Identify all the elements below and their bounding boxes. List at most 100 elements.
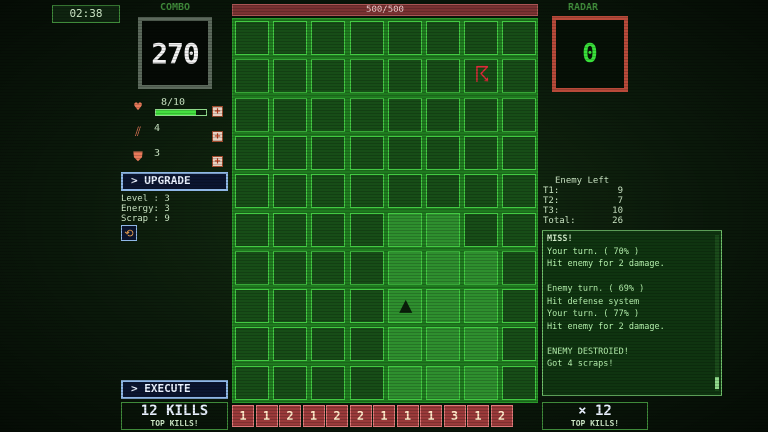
board-cell[interactable] bbox=[387, 59, 422, 94]
board-cell[interactable] bbox=[426, 59, 460, 94]
log-scrollbar[interactable] bbox=[715, 235, 719, 391]
player-ship-icon[interactable]: ▲ bbox=[392, 291, 420, 321]
board-cell[interactable] bbox=[273, 174, 308, 209]
board-cell[interactable] bbox=[273, 365, 308, 400]
board-cell[interactable] bbox=[311, 21, 346, 55]
board-cell[interactable] bbox=[311, 59, 346, 94]
board-cell[interactable] bbox=[273, 59, 308, 94]
board-cell[interactable] bbox=[426, 21, 460, 55]
board-cell[interactable] bbox=[349, 59, 384, 94]
board-cell[interactable] bbox=[311, 327, 346, 362]
board-cell[interactable] bbox=[349, 289, 384, 324]
board-cell[interactable] bbox=[502, 250, 537, 285]
board-cell[interactable] bbox=[349, 212, 384, 247]
board-cell[interactable] bbox=[349, 135, 384, 170]
board-cell[interactable] bbox=[311, 174, 346, 209]
board-cell[interactable] bbox=[426, 365, 460, 400]
board-cell[interactable] bbox=[502, 174, 537, 209]
board-cell[interactable] bbox=[273, 289, 308, 324]
log-scroll-thumb[interactable] bbox=[715, 377, 719, 389]
board-cell[interactable] bbox=[235, 365, 269, 400]
board-cell[interactable] bbox=[349, 365, 384, 400]
number-card[interactable]: 1 bbox=[232, 405, 254, 427]
board-cell[interactable] bbox=[349, 174, 384, 209]
combat-log[interactable]: MISS! Your turn. ( 70% ) Hit enemy for 2 d… bbox=[542, 230, 722, 396]
board-cell[interactable] bbox=[464, 212, 499, 247]
board-cell[interactable] bbox=[426, 327, 460, 362]
board-cell[interactable] bbox=[464, 250, 499, 285]
board-cell[interactable] bbox=[426, 174, 460, 209]
attack-upgrade-button[interactable]: + bbox=[212, 131, 223, 142]
number-card[interactable]: 1 bbox=[396, 405, 419, 427]
board-cell[interactable] bbox=[235, 135, 269, 170]
board-cell[interactable] bbox=[426, 212, 460, 247]
board-cell[interactable] bbox=[464, 365, 499, 400]
board-cell[interactable] bbox=[502, 327, 537, 362]
enemy-ship-icon[interactable]: ☈ bbox=[468, 61, 496, 91]
game-board[interactable]: ☈ ▲ bbox=[232, 18, 538, 403]
board-cell[interactable] bbox=[235, 212, 269, 247]
board-cell[interactable] bbox=[464, 174, 499, 209]
board-cell[interactable] bbox=[273, 250, 308, 285]
board-cell[interactable] bbox=[502, 59, 537, 94]
board-cell[interactable] bbox=[273, 135, 308, 170]
board-cell[interactable] bbox=[235, 97, 269, 132]
board-cell[interactable] bbox=[464, 289, 499, 324]
board-cell[interactable] bbox=[311, 250, 346, 285]
board-cell[interactable] bbox=[426, 97, 460, 132]
board-cell[interactable] bbox=[464, 135, 499, 170]
board-cell[interactable] bbox=[349, 97, 384, 132]
board-cell[interactable] bbox=[273, 97, 308, 132]
board-cell[interactable] bbox=[273, 21, 308, 55]
board-cell[interactable] bbox=[387, 327, 422, 362]
board-cell[interactable] bbox=[311, 97, 346, 132]
number-card[interactable]: 1 bbox=[467, 405, 489, 427]
board-cell[interactable] bbox=[502, 289, 537, 324]
board-cell[interactable] bbox=[387, 97, 422, 132]
board-cell[interactable] bbox=[273, 212, 308, 247]
refresh-icon[interactable]: ⟲ bbox=[121, 225, 137, 241]
board-cell[interactable] bbox=[235, 289, 269, 324]
board-cell[interactable] bbox=[502, 21, 537, 55]
board-cell[interactable] bbox=[311, 289, 346, 324]
board-cell[interactable] bbox=[464, 327, 499, 362]
board-cell[interactable] bbox=[349, 250, 384, 285]
board-cell[interactable] bbox=[349, 21, 384, 55]
board-cell[interactable] bbox=[502, 135, 537, 170]
board-cell[interactable] bbox=[502, 97, 537, 132]
number-card[interactable]: 1 bbox=[302, 405, 325, 427]
board-cell[interactable] bbox=[387, 174, 422, 209]
board-cell[interactable] bbox=[426, 135, 460, 170]
execute-button[interactable]: > EXECUTE bbox=[121, 380, 228, 399]
board-cell[interactable] bbox=[235, 327, 269, 362]
board-cell[interactable] bbox=[311, 212, 346, 247]
board-cell[interactable] bbox=[273, 327, 308, 362]
board-cell[interactable] bbox=[387, 365, 422, 400]
number-card[interactable]: 1 bbox=[373, 405, 395, 427]
number-card[interactable]: 3 bbox=[443, 405, 466, 427]
board-cell[interactable] bbox=[464, 21, 499, 55]
board-cell[interactable] bbox=[235, 250, 269, 285]
number-card[interactable]: 2 bbox=[326, 405, 348, 427]
board-cell[interactable] bbox=[387, 250, 422, 285]
number-card[interactable]: 1 bbox=[420, 405, 442, 427]
defense-upgrade-button[interactable]: + bbox=[212, 156, 223, 167]
board-cell[interactable] bbox=[235, 174, 269, 209]
board-cell[interactable] bbox=[426, 250, 460, 285]
board-cell[interactable] bbox=[502, 212, 537, 247]
board-cell[interactable] bbox=[311, 365, 346, 400]
board-cell[interactable] bbox=[311, 135, 346, 170]
board-cell[interactable] bbox=[387, 212, 422, 247]
board-cell[interactable] bbox=[426, 289, 460, 324]
board-cell[interactable] bbox=[502, 365, 537, 400]
number-card[interactable]: 2 bbox=[490, 405, 513, 427]
board-cell[interactable] bbox=[464, 97, 499, 132]
board-cell[interactable] bbox=[349, 327, 384, 362]
board-cell[interactable] bbox=[235, 59, 269, 94]
health-upgrade-button[interactable]: + bbox=[212, 106, 223, 117]
board-cell[interactable] bbox=[387, 135, 422, 170]
board-cell[interactable] bbox=[387, 21, 422, 55]
upgrade-button[interactable]: > UPGRADE bbox=[121, 172, 228, 191]
number-card[interactable]: 2 bbox=[279, 405, 301, 427]
number-card[interactable]: 2 bbox=[349, 405, 372, 427]
